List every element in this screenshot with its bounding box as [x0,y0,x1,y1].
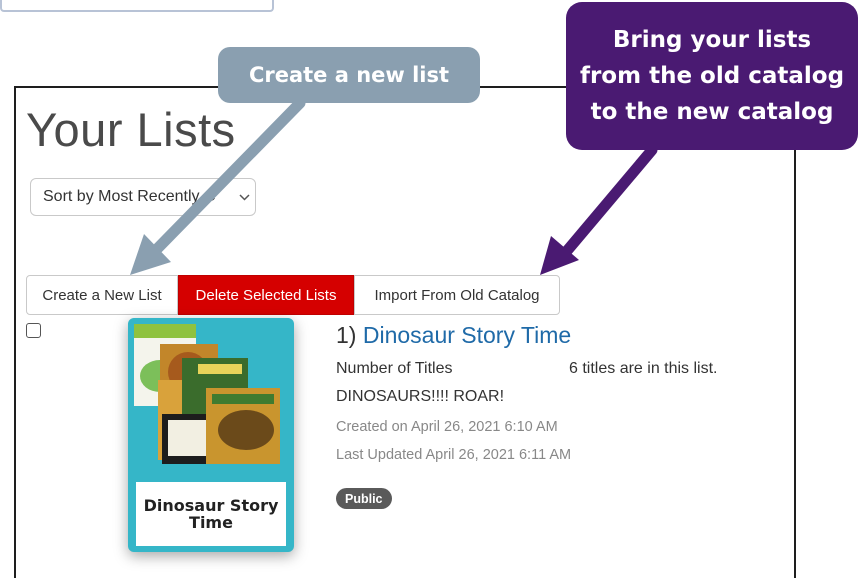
list-index: 1) [336,322,357,348]
import-from-old-catalog-button[interactable]: Import From Old Catalog [354,275,560,315]
public-badge: Public [336,488,392,509]
list-title: 1) Dinosaur Story Time [336,322,571,349]
created-date: Created on April 26, 2021 6:10 AM [336,419,558,435]
sort-select-value: Sort by Most Recently C [43,188,216,205]
create-list-callout: Create a new list [218,47,480,103]
create-new-list-button[interactable]: Create a New List [26,275,178,315]
list-cover[interactable]: Dinosaur Story Time [128,318,294,552]
import-lists-callout: Bring your lists from the old catalog to… [566,2,858,150]
list-select-checkbox[interactable] [26,323,41,338]
list-name-link[interactable]: Dinosaur Story Time [363,322,571,348]
chevron-down-icon [233,190,255,204]
updated-date: Last Updated April 26, 2021 6:11 AM [336,447,572,463]
import-callout-line-3: to the new catalog [590,99,834,125]
cover-collage-image [134,324,280,464]
list-description: DINOSAURS!!!! ROAR! [336,388,505,405]
delete-selected-lists-button[interactable]: Delete Selected Lists [178,275,354,315]
top-panel-edge [0,0,274,12]
title-count-label: Number of Titles [336,360,453,377]
import-callout-line-1: Bring your lists [612,27,812,53]
sort-select[interactable]: Sort by Most Recently C [30,178,256,216]
title-count-value: 6 titles are in this list. [569,360,718,377]
import-callout-line-2: from the old catalog [579,63,845,89]
page-title: Your Lists [26,103,236,156]
cover-title: Dinosaur Story Time [136,482,286,546]
